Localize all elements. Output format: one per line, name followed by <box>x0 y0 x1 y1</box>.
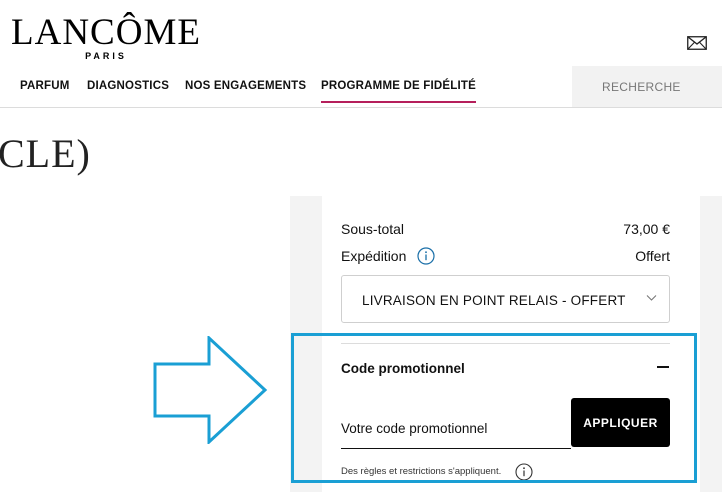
search-box[interactable]: RECHERCHE <box>572 66 722 107</box>
subtotal-value: 73,00 € <box>623 221 670 237</box>
nav-item-programme-fidelite[interactable]: PROGRAMME DE FIDÉLITÉ <box>321 80 476 103</box>
promo-code-title: Code promotionnel <box>341 361 465 376</box>
info-icon[interactable] <box>417 247 435 265</box>
shipping-method-select[interactable]: LIVRAISON EN POINT RELAIS - OFFERT <box>341 275 670 323</box>
shipping-value: Offert <box>635 248 670 264</box>
nav-item-parfum[interactable]: PARFUM <box>20 80 70 92</box>
promo-code-input[interactable] <box>341 398 571 449</box>
shipping-option-label: LIVRAISON EN POINT RELAIS - OFFERT <box>362 293 626 308</box>
nav-item-diagnostics[interactable]: DIAGNOSTICS <box>87 80 169 92</box>
info-icon[interactable] <box>515 463 533 481</box>
shipping-label: Expédition <box>341 248 407 264</box>
divider <box>341 343 670 344</box>
envelope-icon[interactable] <box>687 36 707 50</box>
chevron-down-icon <box>646 295 657 301</box>
brand-logo[interactable]: LANCÔME PARIS <box>10 12 202 62</box>
nav-divider <box>0 107 722 108</box>
brand-name: LANCÔME <box>11 12 201 53</box>
panel-gutter-right <box>700 196 722 492</box>
main-nav: PARFUM DIAGNOSTICS NOS ENGAGEMENTS PROGR… <box>0 66 722 108</box>
collapse-icon[interactable] <box>657 366 669 368</box>
apply-promo-button[interactable]: APPLIQUER <box>571 398 670 447</box>
nav-item-nos-engagements[interactable]: NOS ENGAGEMENTS <box>185 80 306 92</box>
promo-rules-text: Des règles et restrictions s'appliquent. <box>341 466 502 477</box>
search-label: RECHERCHE <box>602 80 681 94</box>
arrow-right-icon <box>153 336 268 444</box>
page-title: CLE) <box>0 131 91 176</box>
subtotal-label: Sous-total <box>341 221 405 237</box>
panel-gutter <box>290 196 322 492</box>
